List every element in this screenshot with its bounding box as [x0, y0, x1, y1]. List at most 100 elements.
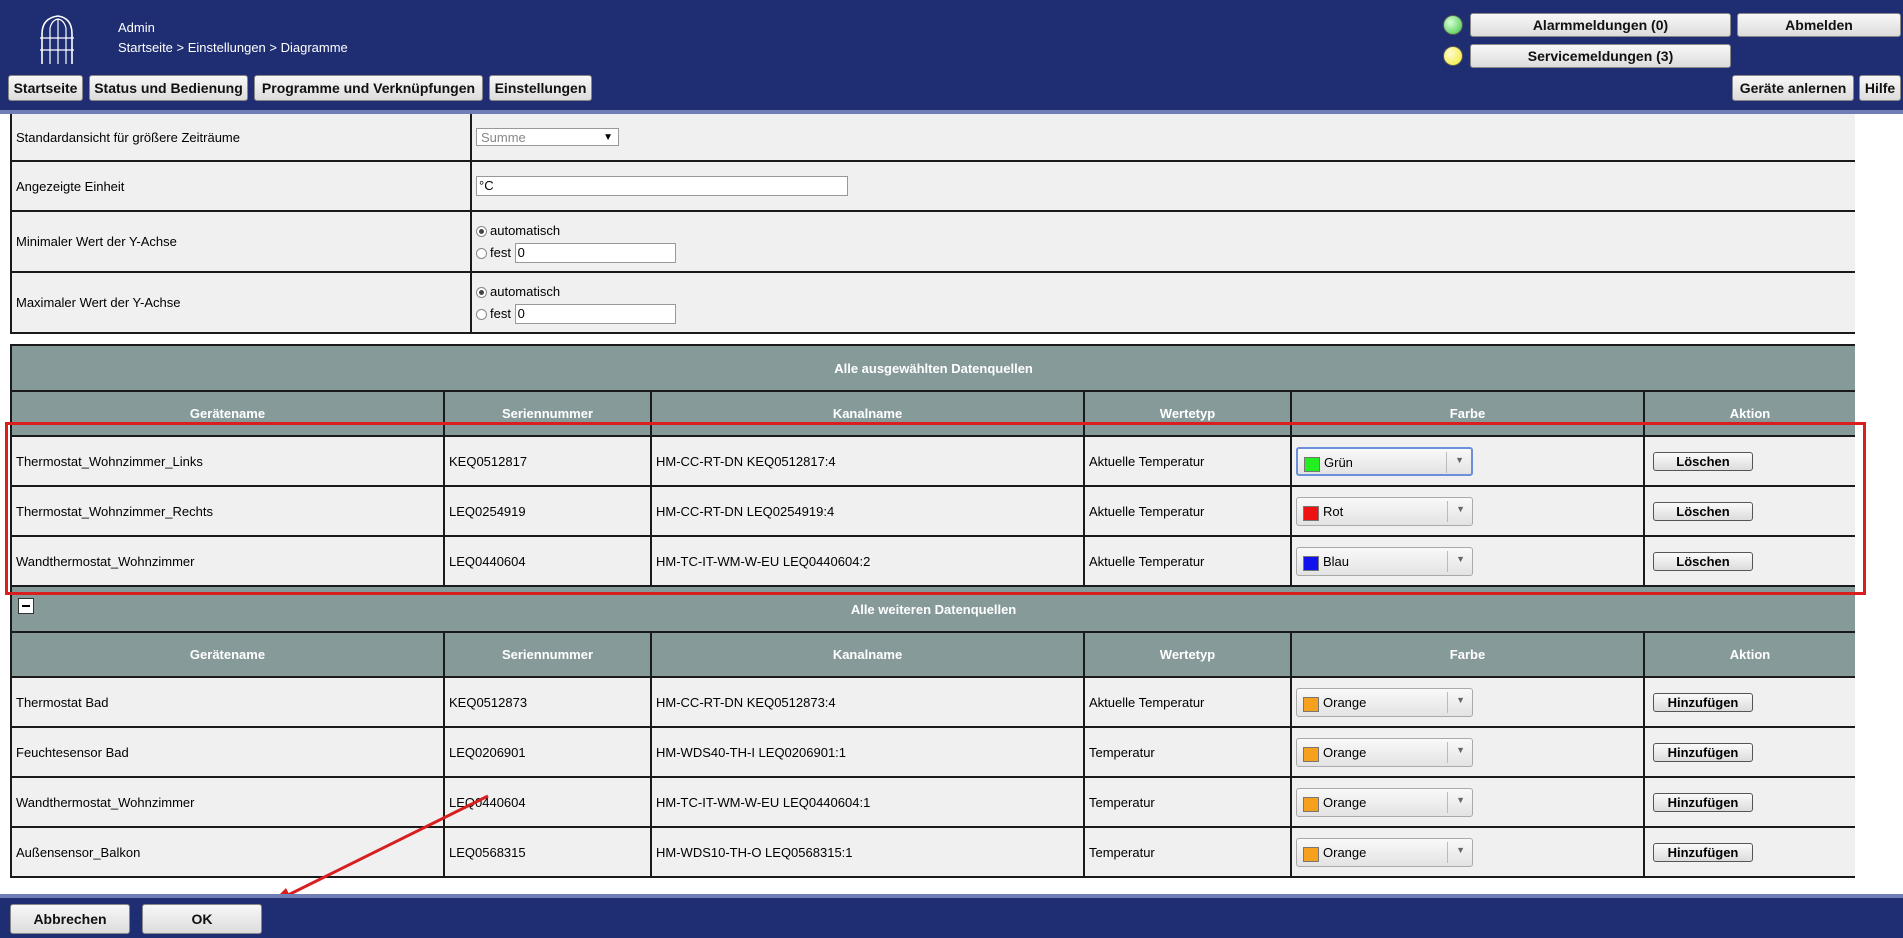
channel-name: HM-WDS40-TH-I LEQ0206901:1	[650, 726, 1085, 778]
color-select[interactable]: Orange ▼	[1296, 837, 1473, 867]
value-type: Temperatur	[1083, 826, 1292, 878]
color-name: Rot	[1323, 503, 1344, 519]
color-swatch	[1303, 696, 1319, 712]
ymax-fixed-label: fest	[490, 305, 511, 321]
nav-programs-button[interactable]: Programme und Verknüpfungen	[254, 75, 483, 101]
ymax-auto-label: automatisch	[490, 283, 561, 299]
add-button[interactable]: Hinzufügen	[1653, 692, 1753, 712]
dropdown-arrow-icon: ▼	[1456, 503, 1465, 514]
ymax-input[interactable]: 0	[514, 304, 676, 325]
color-swatch	[1303, 796, 1319, 812]
footer-divider	[0, 894, 1903, 898]
channel-name: HM-CC-RT-DN KEQ0512817:4	[650, 435, 1085, 487]
channel-name: HM-CC-RT-DN KEQ0512873:4	[650, 676, 1085, 728]
color-select[interactable]: Grün ▼	[1296, 446, 1473, 476]
delete-button[interactable]: Löschen	[1653, 501, 1753, 521]
serial-number: KEQ0512873	[443, 676, 652, 728]
color-swatch	[1304, 456, 1320, 472]
ymin-label: Minimaler Wert der Y-Achse	[10, 210, 472, 273]
nav-status-button[interactable]: Status und Bedienung	[89, 75, 248, 101]
logo-icon	[40, 15, 74, 64]
help-button[interactable]: Hilfe	[1859, 75, 1901, 101]
dropdown-arrow-icon: ▼	[1456, 794, 1465, 805]
dropdown-arrow-icon: ▼	[1456, 844, 1465, 855]
color-name: Orange	[1323, 744, 1367, 760]
cancel-button[interactable]: Abbrechen	[10, 904, 130, 934]
color-select[interactable]: Orange ▼	[1296, 687, 1473, 717]
table-row: Thermostat_Wohnzimmer_Links KEQ0512817 H…	[10, 435, 1855, 487]
user-name: Admin	[118, 20, 155, 35]
col-color: Farbe	[1290, 390, 1645, 437]
delete-button[interactable]: Löschen	[1653, 551, 1753, 571]
alarm-status-led-icon	[1443, 15, 1463, 35]
color-name: Grün	[1324, 454, 1353, 470]
add-button[interactable]: Hinzufügen	[1653, 792, 1753, 812]
device-name: Thermostat Bad	[10, 676, 445, 728]
main-content: Standardansicht für größere Zeiträume Su…	[10, 114, 1855, 894]
color-select[interactable]: Rot ▼	[1296, 496, 1473, 526]
color-swatch	[1303, 846, 1319, 862]
color-select[interactable]: Orange ▼	[1296, 787, 1473, 817]
default-view-label: Standardansicht für größere Zeiträume	[10, 114, 472, 162]
delete-button[interactable]: Löschen	[1653, 451, 1753, 471]
serial-number: LEQ0254919	[443, 485, 652, 537]
ymin-fixed-radio[interactable]	[476, 247, 487, 259]
add-button[interactable]: Hinzufügen	[1653, 742, 1753, 762]
device-name: Feuchtesensor Bad	[10, 726, 445, 778]
serial-number: LEQ0206901	[443, 726, 652, 778]
device-name: Thermostat_Wohnzimmer_Rechts	[10, 485, 445, 537]
teach-devices-button[interactable]: Geräte anlernen	[1732, 75, 1854, 101]
value-type: Aktuelle Temperatur	[1083, 435, 1292, 487]
serial-number: LEQ0568315	[443, 826, 652, 878]
channel-name: HM-CC-RT-DN LEQ0254919:4	[650, 485, 1085, 537]
col-action: Aktion	[1642, 631, 1855, 678]
logout-button[interactable]: Abmelden	[1737, 13, 1901, 37]
value-type: Temperatur	[1083, 776, 1292, 828]
dropdown-arrow-icon: ▼	[1455, 454, 1464, 465]
serial-number: LEQ0440604	[443, 776, 652, 828]
default-view-select[interactable]: Summe ▼	[476, 128, 619, 146]
table-row: Thermostat Bad KEQ0512873 HM-CC-RT-DN KE…	[10, 676, 1855, 728]
table-row: Wandthermostat_Wohnzimmer LEQ0440604 HM-…	[10, 535, 1855, 587]
service-messages-button[interactable]: Servicemeldungen (3)	[1470, 44, 1731, 68]
col-valuetype: Wertetyp	[1083, 390, 1292, 437]
header-bar: Admin Startseite > Einstellungen > Diagr…	[0, 0, 1903, 110]
dropdown-arrow-icon: ▼	[1456, 694, 1465, 705]
ymax-fixed-radio[interactable]	[476, 308, 487, 320]
dropdown-arrow-icon: ▼	[1456, 744, 1465, 755]
serial-number: KEQ0512817	[443, 435, 652, 487]
dropdown-arrow-icon: ▼	[1456, 553, 1465, 564]
col-action: Aktion	[1642, 390, 1855, 437]
color-select[interactable]: Blau ▼	[1296, 546, 1473, 576]
ymax-auto-radio[interactable]	[476, 286, 487, 298]
nav-settings-button[interactable]: Einstellungen	[489, 75, 592, 101]
value-type: Aktuelle Temperatur	[1083, 676, 1292, 728]
color-select[interactable]: Orange ▼	[1296, 737, 1473, 767]
color-name: Orange	[1323, 844, 1367, 860]
device-name: Wandthermostat_Wohnzimmer	[10, 535, 445, 587]
default-view-value: Summe	[481, 130, 526, 145]
table-row: Feuchtesensor Bad LEQ0206901 HM-WDS40-TH…	[10, 726, 1855, 778]
nav-startseite-button[interactable]: Startseite	[8, 75, 83, 101]
device-name: Außensensor_Balkon	[10, 826, 445, 878]
color-swatch	[1303, 555, 1319, 571]
collapse-icon[interactable]	[18, 598, 34, 614]
col-serial: Seriennummer	[443, 631, 652, 678]
color-swatch	[1303, 505, 1319, 521]
alarm-messages-button[interactable]: Alarmmeldungen (0)	[1470, 13, 1731, 37]
device-name: Thermostat_Wohnzimmer_Links	[10, 435, 445, 487]
ymin-auto-radio[interactable]	[476, 225, 487, 237]
unit-input[interactable]: °C	[476, 176, 848, 196]
add-button[interactable]: Hinzufügen	[1653, 842, 1753, 862]
ymin-input[interactable]: 0	[514, 243, 676, 264]
color-name: Orange	[1323, 694, 1367, 710]
table-row: Thermostat_Wohnzimmer_Rechts LEQ0254919 …	[10, 485, 1855, 537]
footer-bar	[0, 894, 1903, 938]
other-sources-title: Alle weiteren Datenquellen	[850, 601, 1017, 617]
channel-name: HM-TC-IT-WM-W-EU LEQ0440604:2	[650, 535, 1085, 587]
unit-label: Angezeigte Einheit	[10, 160, 472, 212]
col-devicename: Gerätename	[10, 631, 445, 678]
ok-button[interactable]: OK	[142, 904, 262, 934]
value-type: Temperatur	[1083, 726, 1292, 778]
table-row: Außensensor_Balkon LEQ0568315 HM-WDS10-T…	[10, 826, 1855, 878]
